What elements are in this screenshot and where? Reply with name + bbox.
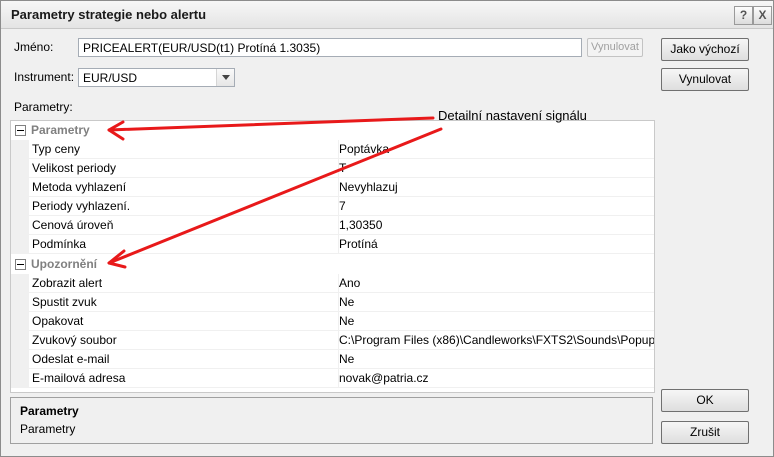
property-row[interactable]: Velikost periody T (11, 159, 654, 178)
instrument-value: EUR/USD (83, 71, 138, 85)
property-name: Metoda vyhlazení (29, 178, 339, 197)
property-name: Zobrazit alert (29, 274, 339, 293)
category-label: Parametry (31, 123, 90, 137)
property-value[interactable]: Ne (336, 312, 654, 331)
dialog-window: Parametry strategie nebo alertu ? X Jmén… (0, 0, 774, 457)
collapse-icon[interactable] (15, 125, 26, 136)
property-name: Zvukový soubor (29, 331, 339, 350)
property-name: Cenová úroveň (29, 216, 339, 235)
property-value[interactable]: 1,30350 (336, 216, 654, 235)
property-value[interactable]: C:\Program Files (x86)\Candleworks\FXTS2… (336, 331, 654, 350)
property-row[interactable]: Typ ceny Poptávka (11, 140, 654, 159)
property-value[interactable]: novak@patria.cz (336, 369, 654, 388)
description-panel: Parametry Parametry (10, 397, 653, 444)
ok-button[interactable]: OK (661, 389, 749, 412)
property-value[interactable]: 7 (336, 197, 654, 216)
property-value[interactable]: Nevyhlazuj (336, 178, 654, 197)
property-row[interactable]: Metoda vyhlazení Nevyhlazuj (11, 178, 654, 197)
property-value[interactable]: Ne (336, 293, 654, 312)
set-default-button[interactable]: Jako výchozí (661, 38, 749, 61)
params-label: Parametry: (14, 100, 73, 114)
property-name: Typ ceny (29, 140, 339, 159)
property-name: E-mailová adresa (29, 369, 339, 388)
property-row[interactable]: Spustit zvuk Ne (11, 293, 654, 312)
instrument-select[interactable]: EUR/USD (78, 68, 235, 87)
instrument-label: Instrument: (14, 70, 75, 84)
description-text: Parametry (20, 422, 76, 436)
category-upozorneni[interactable]: Upozornění (11, 255, 654, 274)
property-name: Periody vyhlazení. (29, 197, 339, 216)
close-button[interactable]: X (753, 6, 772, 25)
description-title: Parametry (20, 404, 79, 418)
help-button[interactable]: ? (734, 6, 753, 25)
property-row[interactable]: Podmínka Protíná (11, 235, 654, 254)
property-row[interactable]: Opakovat Ne (11, 312, 654, 331)
cancel-button[interactable]: Zrušit (661, 421, 749, 444)
property-row[interactable]: E-mailová adresa novak@patria.cz (11, 369, 654, 388)
property-name: Opakovat (29, 312, 339, 331)
property-value[interactable]: Poptávka (336, 140, 654, 159)
property-value[interactable]: T (336, 159, 654, 178)
property-value[interactable]: Ano (336, 274, 654, 293)
reset-name-button[interactable]: Vynulovat (587, 38, 643, 57)
category-label: Upozornění (31, 257, 97, 271)
category-parametry[interactable]: Parametry (11, 121, 654, 140)
title-bar: Parametry strategie nebo alertu ? X (1, 1, 773, 29)
property-name: Velikost periody (29, 159, 339, 178)
property-row[interactable]: Zobrazit alert Ano (11, 274, 654, 293)
reset-button[interactable]: Vynulovat (661, 68, 749, 91)
property-row[interactable]: Periody vyhlazení. 7 (11, 197, 654, 216)
chevron-down-icon[interactable] (216, 69, 234, 86)
property-value[interactable]: Protíná (336, 235, 654, 254)
property-name: Odeslat e-mail (29, 350, 339, 369)
name-field[interactable]: PRICEALERT(EUR/USD(t1) Protíná 1.3035) (78, 38, 582, 57)
property-name: Podmínka (29, 235, 339, 254)
name-label: Jméno: (14, 40, 54, 54)
property-name: Spustit zvuk (29, 293, 339, 312)
collapse-icon[interactable] (15, 259, 26, 270)
property-row[interactable]: Cenová úroveň 1,30350 (11, 216, 654, 235)
property-value[interactable]: Ne (336, 350, 654, 369)
annotation-label: Detailní nastavení signálu (438, 108, 587, 123)
window-title: Parametry strategie nebo alertu (11, 7, 207, 22)
property-row[interactable]: Odeslat e-mail Ne (11, 350, 654, 369)
property-row[interactable]: Zvukový soubor C:\Program Files (x86)\Can… (11, 331, 654, 350)
property-grid: Parametry Typ ceny Poptávka Velikost peri… (10, 120, 655, 393)
